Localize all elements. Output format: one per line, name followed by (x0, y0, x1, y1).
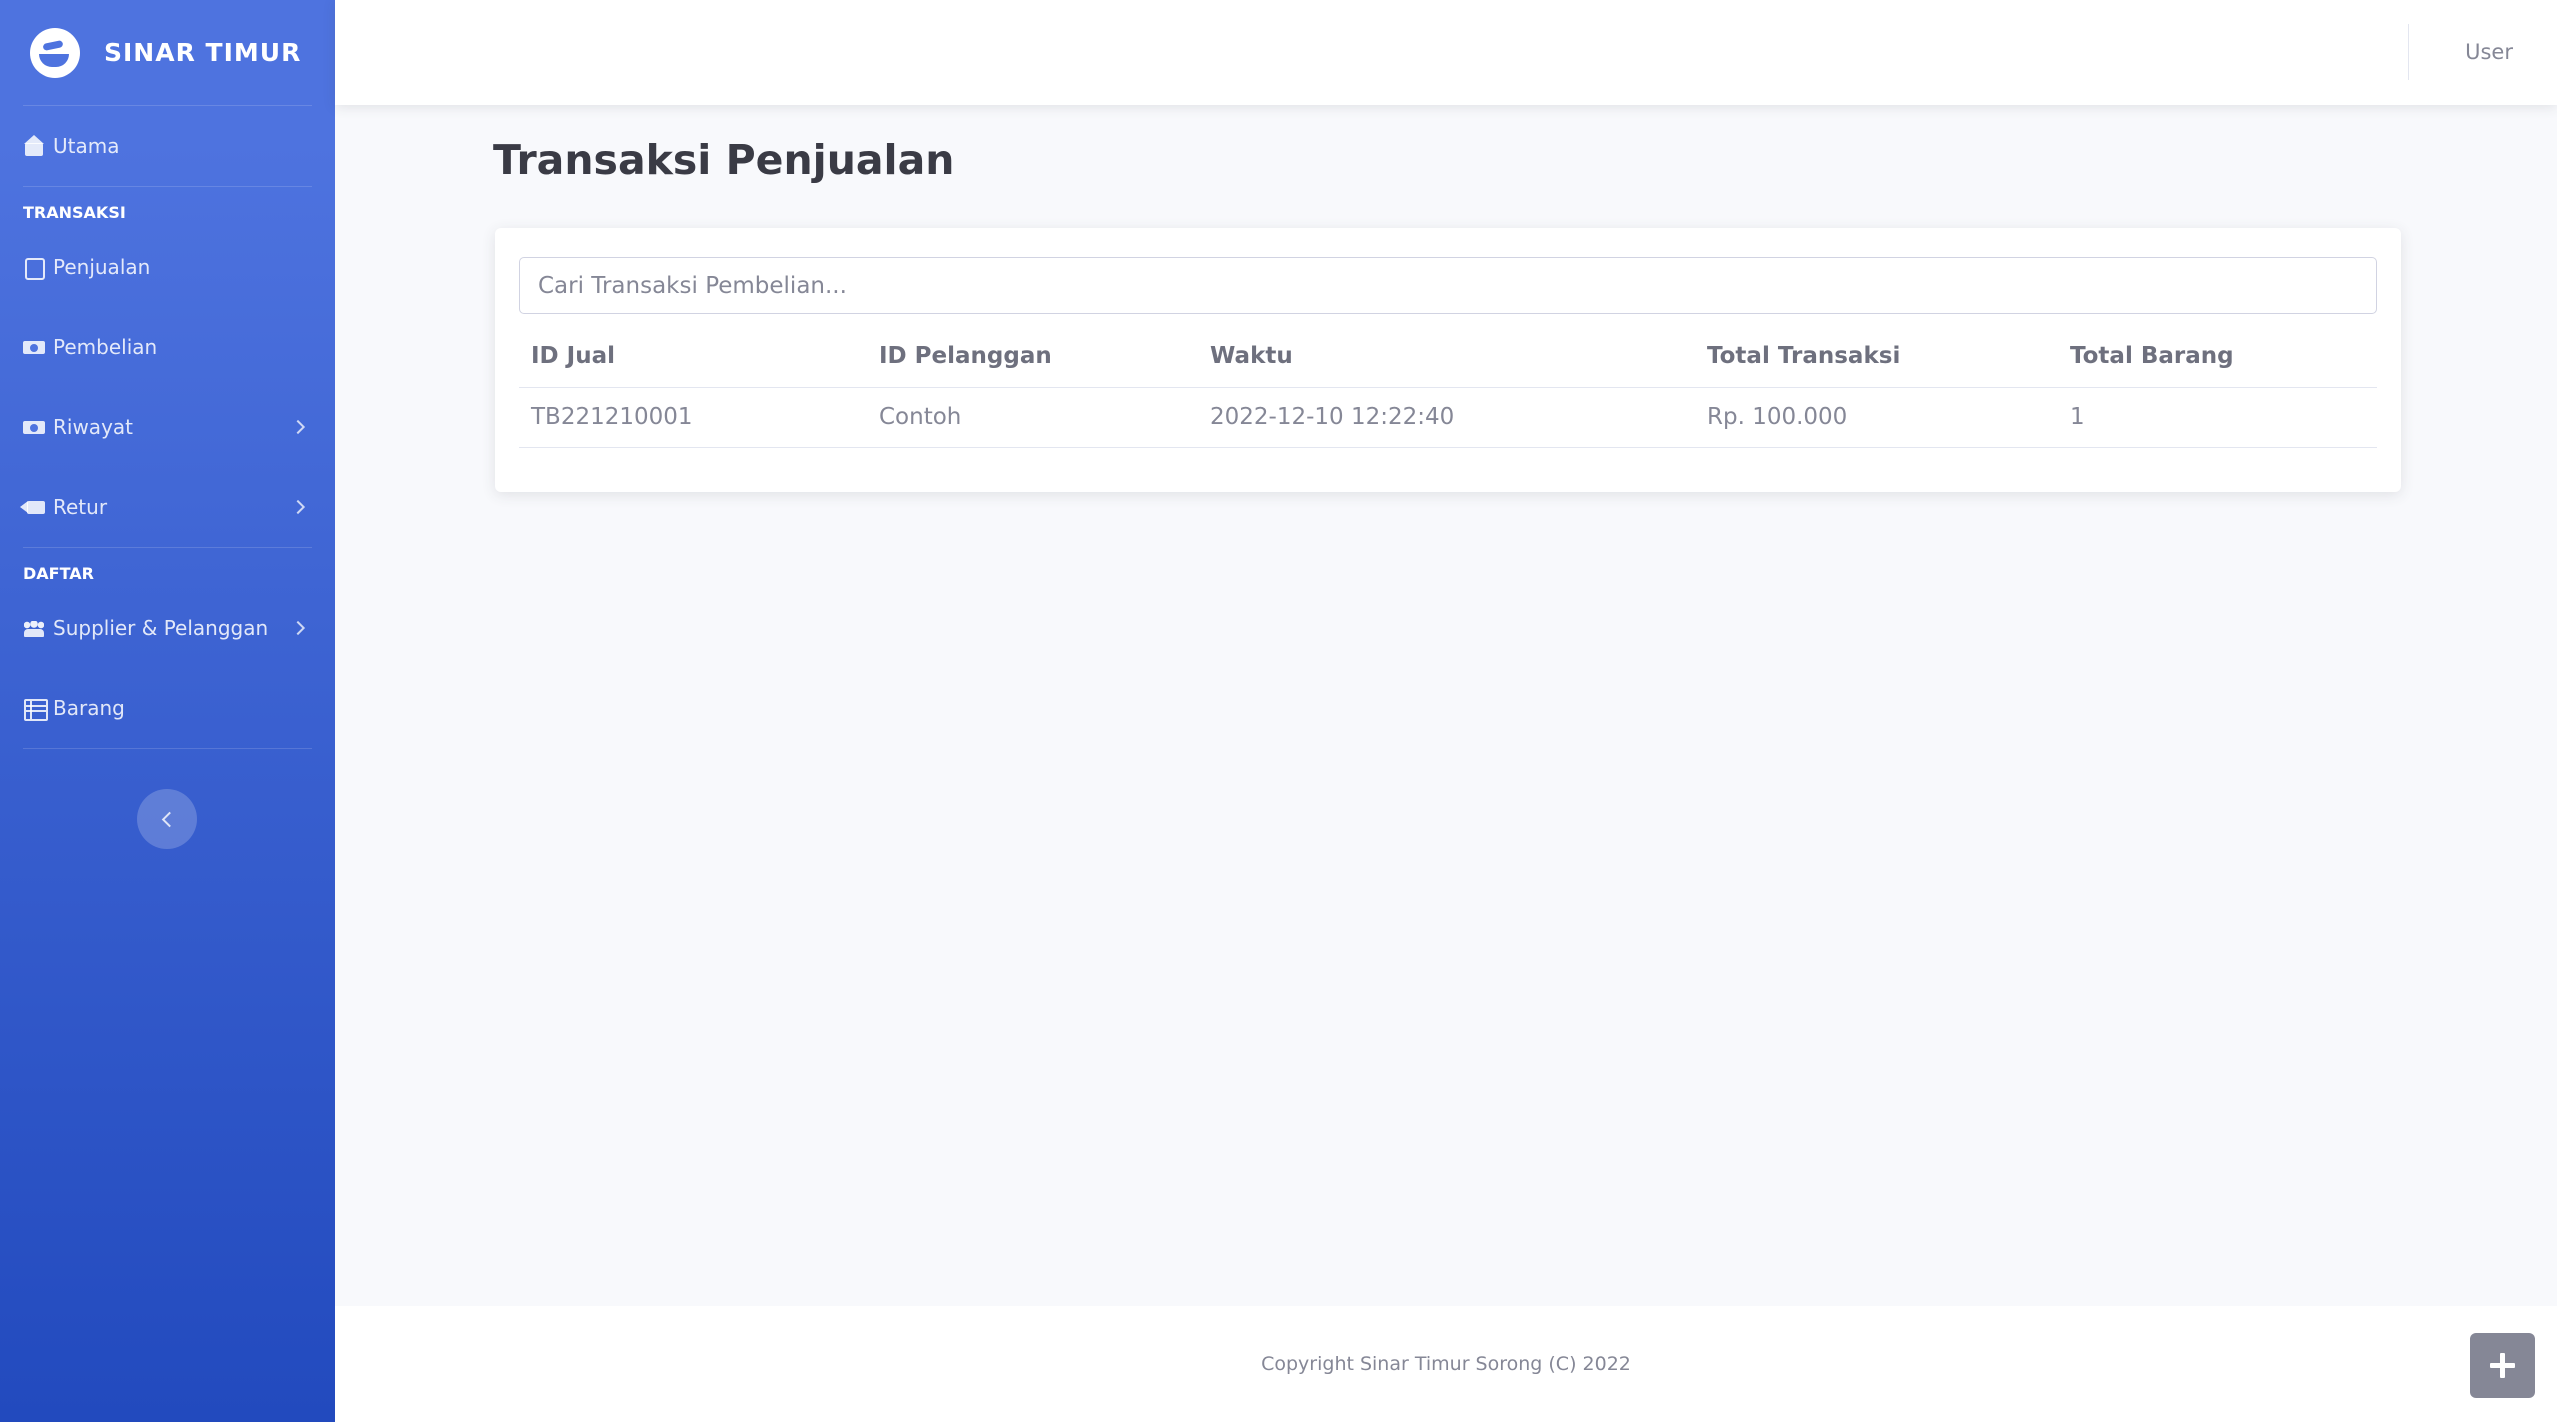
money-icon (23, 336, 45, 358)
cell-total-barang: 1 (2058, 387, 2377, 448)
sidebar-item-supplier-pelanggan[interactable]: Supplier & Pelanggan (0, 588, 335, 668)
sidebar: SINAR TIMUR Utama TRANSAKSI Penjualan Pe… (0, 0, 335, 1422)
sidebar-item-label: Riwayat (53, 415, 133, 439)
table-header-row: ID Jual ID Pelanggan Waktu Total Transak… (519, 325, 2377, 388)
copyright-text: Copyright Sinar Timur Sorong (C) 2022 (1261, 1353, 1631, 1375)
note-icon (23, 256, 45, 280)
sidebar-item-label: Pembelian (53, 335, 158, 359)
sidebar-item-riwayat[interactable]: Riwayat (0, 387, 335, 467)
table-row[interactable]: TB221210001 Contoh 2022-12-10 12:22:40 R… (519, 387, 2377, 448)
brand-name: SINAR TIMUR (104, 38, 302, 67)
sidebar-item-barang[interactable]: Barang (0, 668, 335, 748)
sidebar-item-label: Utama (53, 134, 120, 158)
add-button[interactable] (2470, 1333, 2535, 1398)
sidebar-item-label: Supplier & Pelanggan (53, 616, 269, 640)
table-icon (23, 697, 48, 721)
column-header-waktu[interactable]: Waktu (1198, 325, 1695, 388)
column-header-id-jual[interactable]: ID Jual (519, 325, 867, 388)
users-icon (23, 617, 45, 639)
user-menu[interactable]: User (2465, 0, 2513, 105)
sidebar-item-retur[interactable]: Retur (0, 467, 335, 547)
column-header-total-barang[interactable]: Total Barang (2058, 325, 2377, 388)
cell-waktu: 2022-12-10 12:22:40 (1198, 387, 1695, 448)
footer: Copyright Sinar Timur Sorong (C) 2022 (335, 1306, 2557, 1422)
sidebar-divider (23, 547, 312, 548)
sidebar-item-penjualan[interactable]: Penjualan (0, 227, 335, 307)
home-icon (23, 135, 45, 157)
topbar-divider (2408, 24, 2409, 80)
page-title: Transaksi Penjualan (493, 136, 955, 184)
transactions-card: ID Jual ID Pelanggan Waktu Total Transak… (495, 228, 2401, 492)
column-header-id-pelanggan[interactable]: ID Pelanggan (867, 325, 1198, 388)
money-icon (23, 416, 45, 438)
sidebar-divider (23, 186, 312, 187)
cell-id-pelanggan: Contoh (867, 387, 1198, 448)
sidebar-item-label: Retur (53, 495, 108, 519)
column-header-total-transaksi[interactable]: Total Transaksi (1695, 325, 2058, 388)
sidebar-item-label: Barang (53, 696, 125, 720)
cell-id-jual: TB221210001 (519, 387, 867, 448)
sidebar-divider (23, 748, 312, 749)
backspace-icon (20, 496, 45, 518)
chevron-right-icon (290, 499, 306, 515)
sidebar-item-utama[interactable]: Utama (0, 106, 335, 186)
sidebar-heading-transaksi: TRANSAKSI (23, 203, 126, 222)
transactions-table: ID Jual ID Pelanggan Waktu Total Transak… (519, 325, 2377, 448)
sidebar-heading-daftar: DAFTAR (23, 564, 94, 583)
chevron-right-icon (290, 620, 306, 636)
cell-total-transaksi: Rp. 100.000 (1695, 387, 2058, 448)
chevron-right-icon (290, 419, 306, 435)
laugh-wink-icon (30, 27, 80, 78)
brand[interactable]: SINAR TIMUR (0, 0, 335, 105)
sidebar-item-label: Penjualan (53, 255, 151, 279)
sidebar-toggle-button[interactable] (137, 789, 197, 849)
search-input[interactable] (519, 257, 2377, 314)
topbar: User (335, 0, 2557, 105)
sidebar-item-pembelian[interactable]: Pembelian (0, 307, 335, 387)
